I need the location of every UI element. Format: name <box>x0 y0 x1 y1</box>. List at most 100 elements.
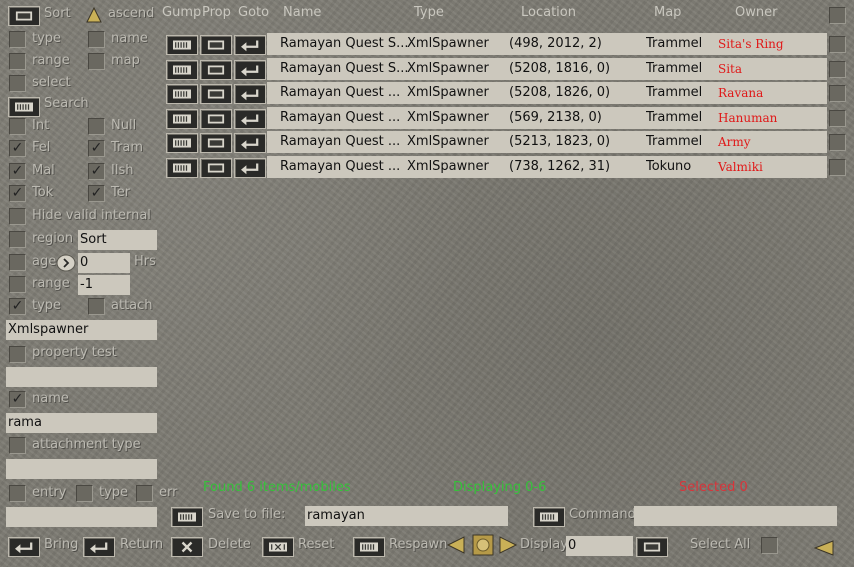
type-filter-checkbox[interactable]: ✓ <box>9 298 26 315</box>
select-all-label: Select All <box>690 537 751 552</box>
row-select-checkbox[interactable] <box>829 159 846 176</box>
select-all-checkbox[interactable] <box>761 537 778 554</box>
return-button[interactable] <box>83 537 115 557</box>
name-filter-field[interactable]: rama <box>6 413 157 433</box>
gump-button[interactable] <box>166 35 198 55</box>
goto-button[interactable] <box>234 60 266 80</box>
prop-button[interactable] <box>200 109 232 129</box>
row-select-checkbox[interactable] <box>829 110 846 127</box>
page-previous-icon[interactable] <box>446 535 466 555</box>
row-select-checkbox[interactable] <box>829 85 846 102</box>
table-row[interactable]: Ramayan Quest ... XmlSpawner (5208, 1826, … <box>267 82 827 104</box>
goto-button[interactable] <box>234 133 266 153</box>
tram-checkbox[interactable]: ✓ <box>88 140 105 157</box>
page-center-icon[interactable] <box>472 534 494 556</box>
ter-label: Ter <box>111 185 131 200</box>
name-filter-checkbox[interactable]: ✓ <box>9 391 26 408</box>
range-field[interactable]: -1 <box>78 275 130 295</box>
age-field[interactable]: 0 <box>78 253 130 273</box>
sort-by-name-label: name <box>111 31 148 46</box>
reset-button[interactable] <box>262 537 294 557</box>
display-go-button[interactable] <box>636 537 668 557</box>
prop-button[interactable] <box>200 84 232 104</box>
table-row[interactable]: Ramayan Quest ... XmlSpawner (569, 2138, 0… <box>267 107 827 129</box>
command-field[interactable] <box>634 506 837 526</box>
ascend-label: ascend <box>108 6 155 21</box>
command-button[interactable] <box>533 507 565 527</box>
row-select-checkbox[interactable] <box>829 61 846 78</box>
select-column-checkbox[interactable] <box>829 7 846 24</box>
delete-button[interactable] <box>171 537 203 557</box>
entry-checkbox[interactable] <box>9 485 26 502</box>
bring-button[interactable] <box>8 537 40 557</box>
gump-button[interactable] <box>166 109 198 129</box>
goto-button[interactable] <box>234 109 266 129</box>
row-select-checkbox[interactable] <box>829 36 846 53</box>
prop-button[interactable] <box>200 158 232 178</box>
sort-by-select-checkbox[interactable] <box>9 75 26 92</box>
ascend-toggle-icon[interactable] <box>86 6 102 24</box>
sort-by-range-checkbox[interactable] <box>9 53 26 70</box>
age-checkbox[interactable] <box>9 254 26 271</box>
goto-button[interactable] <box>234 158 266 178</box>
row-name: Ramayan Quest ... <box>280 159 401 174</box>
fel-checkbox[interactable]: ✓ <box>9 140 26 157</box>
goto-button[interactable] <box>234 35 266 55</box>
save-filename-field[interactable]: ramayan <box>305 506 508 526</box>
entry-field[interactable] <box>6 507 157 527</box>
sort-by-map-checkbox[interactable] <box>88 53 105 70</box>
search-button[interactable] <box>8 97 40 117</box>
found-status: Found 6 items/mobiles <box>203 480 351 495</box>
gump-button[interactable] <box>166 60 198 80</box>
attach-checkbox[interactable] <box>88 298 105 315</box>
attachment-type-field[interactable] <box>6 459 157 479</box>
region-field[interactable]: Sort <box>78 230 157 250</box>
row-location: (5213, 1823, 0) <box>509 134 611 149</box>
prop-button[interactable] <box>200 133 232 153</box>
display-field[interactable]: 0 <box>566 536 633 556</box>
type-filter-field[interactable]: Xmlspawner <box>6 320 157 340</box>
command-label: Command: <box>569 507 641 522</box>
minimize-arrow-icon[interactable] <box>813 540 834 556</box>
ter-checkbox[interactable]: ✓ <box>88 185 105 202</box>
row-type: XmlSpawner <box>407 61 489 76</box>
tok-checkbox[interactable]: ✓ <box>9 185 26 202</box>
mal-checkbox[interactable]: ✓ <box>9 163 26 180</box>
null-checkbox[interactable] <box>88 118 105 135</box>
region-checkbox[interactable] <box>9 231 26 248</box>
sort-by-name-checkbox[interactable] <box>88 31 105 48</box>
sort-button[interactable] <box>8 6 40 26</box>
attachment-type-checkbox[interactable] <box>9 437 26 454</box>
property-test-field[interactable] <box>6 367 157 387</box>
prop-button[interactable] <box>200 60 232 80</box>
goto-button[interactable] <box>234 84 266 104</box>
sort-by-type-checkbox[interactable] <box>9 31 26 48</box>
err-checkbox[interactable] <box>136 485 153 502</box>
table-row[interactable]: Ramayan Quest S... XmlSpawner (5208, 1816,… <box>267 58 827 80</box>
null-label: Null <box>111 118 137 133</box>
row-location: (569, 2138, 0) <box>509 110 602 125</box>
gump-button[interactable] <box>166 158 198 178</box>
table-row[interactable]: Ramayan Quest ... XmlSpawner (738, 1262, 3… <box>267 156 827 178</box>
property-test-checkbox[interactable] <box>9 346 26 363</box>
prop-button[interactable] <box>200 35 232 55</box>
gump-button[interactable] <box>166 133 198 153</box>
page-next-icon[interactable] <box>498 535 518 555</box>
row-map: Trammel <box>646 134 703 149</box>
respawn-button[interactable] <box>353 537 385 557</box>
hide-valid-internal-checkbox[interactable] <box>9 208 26 225</box>
column-header-map: Map <box>654 5 682 20</box>
table-row[interactable]: Ramayan Quest ... XmlSpawner (5213, 1823, … <box>267 131 827 153</box>
int-checkbox[interactable] <box>9 118 26 135</box>
selected-status: Selected 0 <box>679 480 748 495</box>
row-select-checkbox[interactable] <box>829 134 846 151</box>
entry-type-checkbox[interactable] <box>76 485 93 502</box>
respawn-label: Respawn <box>389 537 448 552</box>
save-to-file-button[interactable] <box>171 507 203 527</box>
table-row[interactable]: Ramayan Quest S... XmlSpawner (498, 2012, … <box>267 33 827 55</box>
range-checkbox[interactable] <box>9 276 26 293</box>
age-compare-button[interactable] <box>56 254 76 272</box>
ilsh-checkbox[interactable]: ✓ <box>88 163 105 180</box>
gump-button[interactable] <box>166 84 198 104</box>
entry-label: entry <box>32 485 67 500</box>
